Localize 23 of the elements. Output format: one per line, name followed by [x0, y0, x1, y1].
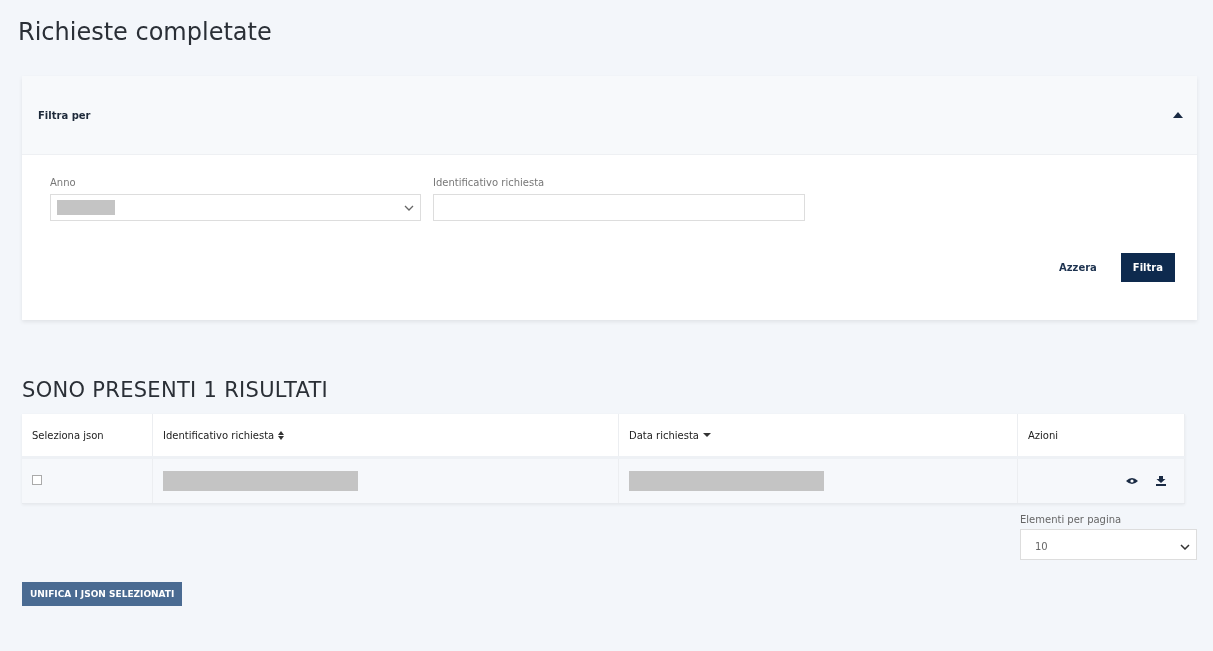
chevron-down-icon[interactable] [1180, 543, 1190, 550]
reset-button[interactable]: Azzera [1055, 256, 1101, 279]
per-page-label: Elementi per pagina [1020, 514, 1122, 525]
chevron-down-icon[interactable] [404, 204, 414, 211]
results-heading: SONO PRESENTI 1 RISULTATI [22, 378, 330, 402]
per-page-select[interactable]: 10 [1020, 529, 1197, 560]
filter-button[interactable]: Filtra [1120, 253, 1175, 282]
caret-up-icon[interactable] [1173, 112, 1183, 118]
field-label: Identificativo richiesta [433, 177, 546, 188]
merge-button[interactable]: UNIFICA I JSON SELEZIONATI [22, 582, 183, 606]
sort-icon[interactable] [278, 430, 285, 440]
download-icon[interactable] [1156, 475, 1166, 486]
field-label: Anno [50, 177, 77, 188]
caret-down-icon[interactable] [703, 433, 711, 437]
column-header: Seleziona json [32, 429, 104, 441]
column-header: Data richiesta [629, 429, 699, 441]
page-title: Richieste completate [18, 18, 273, 46]
column-header: Identificativo richiesta [163, 429, 275, 441]
eye-icon[interactable] [1126, 476, 1138, 485]
row-checkbox[interactable] [32, 475, 42, 485]
request-id-field[interactable] [433, 194, 805, 221]
filter-title: Filtra per [38, 109, 91, 121]
column-header: Azioni [1028, 429, 1059, 441]
